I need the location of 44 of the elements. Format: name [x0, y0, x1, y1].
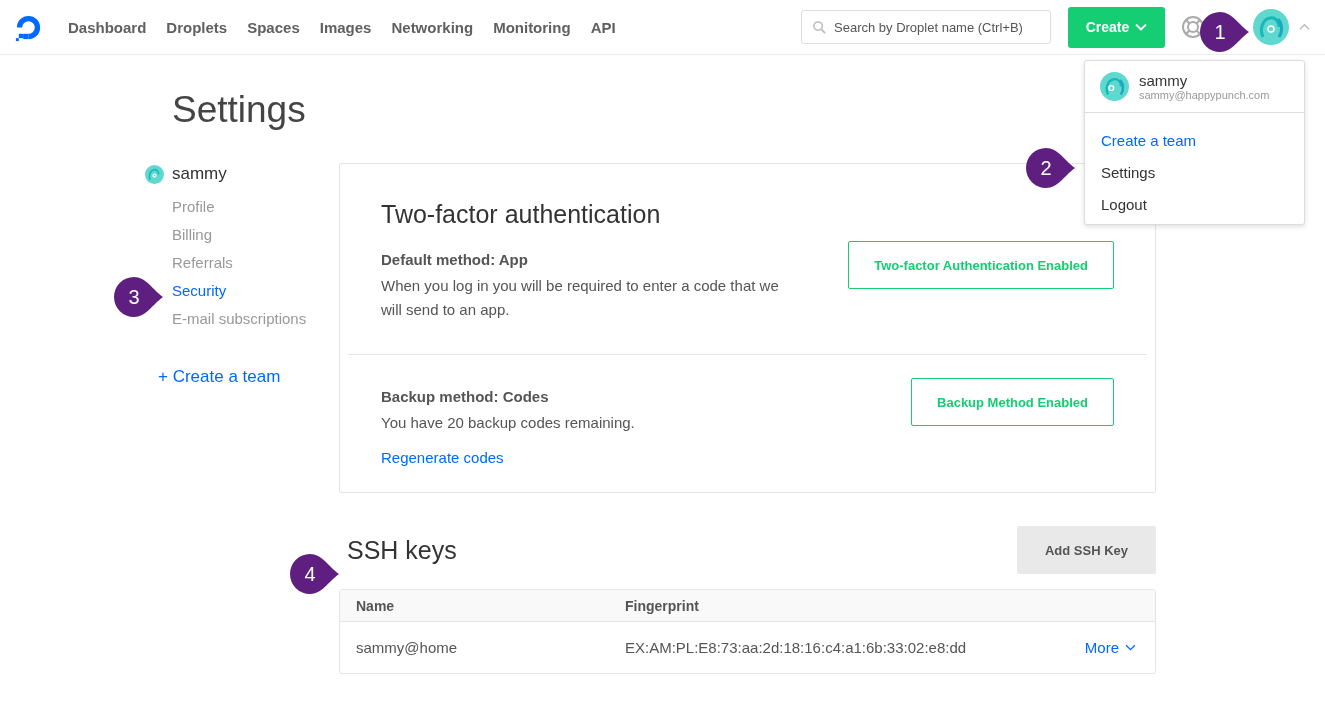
sidebar-item[interactable]: Profile — [172, 193, 339, 221]
column-header: Name — [355, 597, 396, 614]
menu-item[interactable]: Settings — [1101, 157, 1288, 189]
caret-icon — [1135, 23, 1148, 31]
create-team-link[interactable]: + Create a team — [158, 367, 339, 387]
nav-link[interactable]: Images — [319, 18, 372, 36]
user-email: sammy@happypunch.com — [1139, 89, 1270, 101]
method-heading: Backup method: Codes — [381, 388, 550, 405]
sidebar-item[interactable]: Referrals — [172, 249, 339, 277]
avatar-icon[interactable] — [1253, 9, 1289, 45]
table-cell-text: EX:AM:PL:E8:73:aa:2d:18:16:c4:a1:6b:33:02:e8:dd — [625, 639, 968, 656]
sidebar-item[interactable]: E-mail subscriptions — [172, 305, 339, 333]
sidebar-item[interactable]: Billing — [172, 221, 339, 249]
column-header: Fingerprint — [625, 597, 699, 614]
user-name: sammy — [172, 164, 227, 184]
menu-item[interactable]: Logout — [1101, 189, 1288, 221]
avatar-icon — [1100, 72, 1129, 101]
section-title: SSH keys — [347, 535, 457, 565]
lifebuoy-icon[interactable] — [1181, 15, 1205, 39]
more-link[interactable]: More — [1084, 639, 1136, 656]
nav-link[interactable]: API — [590, 18, 616, 36]
nav-link[interactable]: Networking — [391, 18, 474, 36]
callout-marker: 2 — [1026, 148, 1076, 188]
method-heading: Default method: App — [381, 251, 529, 268]
avatar-icon — [145, 164, 164, 184]
nav-link[interactable]: Droplets — [166, 18, 228, 36]
caret-icon — [1125, 644, 1136, 651]
nav-link[interactable]: Monitoring — [493, 18, 571, 36]
callout-marker: 3 — [114, 277, 164, 317]
add-ssh-key-button[interactable]: Add SSH Key — [1017, 526, 1156, 574]
nav-link[interactable]: Spaces — [247, 18, 300, 36]
table-cell-text: sammy@home — [355, 639, 459, 656]
method-description: When you log in you will be required to enter a code that we will send to an app. — [381, 276, 780, 320]
nav-link[interactable]: Dashboard — [68, 18, 147, 36]
page-title: Settings — [172, 89, 306, 132]
regenerate-link[interactable]: Regenerate codes — [381, 449, 791, 466]
menu-item[interactable]: Create a team — [1101, 125, 1288, 157]
callout-marker: 1 — [1200, 12, 1250, 52]
search-icon — [812, 20, 827, 35]
callout-marker: 4 — [290, 554, 340, 594]
search-field[interactable]: Search by Droplet name (Ctrl+B) — [801, 10, 1051, 44]
user-name: sammy — [1139, 72, 1189, 89]
method-description: You have 20 backup codes remaining. — [381, 413, 636, 433]
sidebar-item[interactable]: Security — [172, 277, 339, 305]
